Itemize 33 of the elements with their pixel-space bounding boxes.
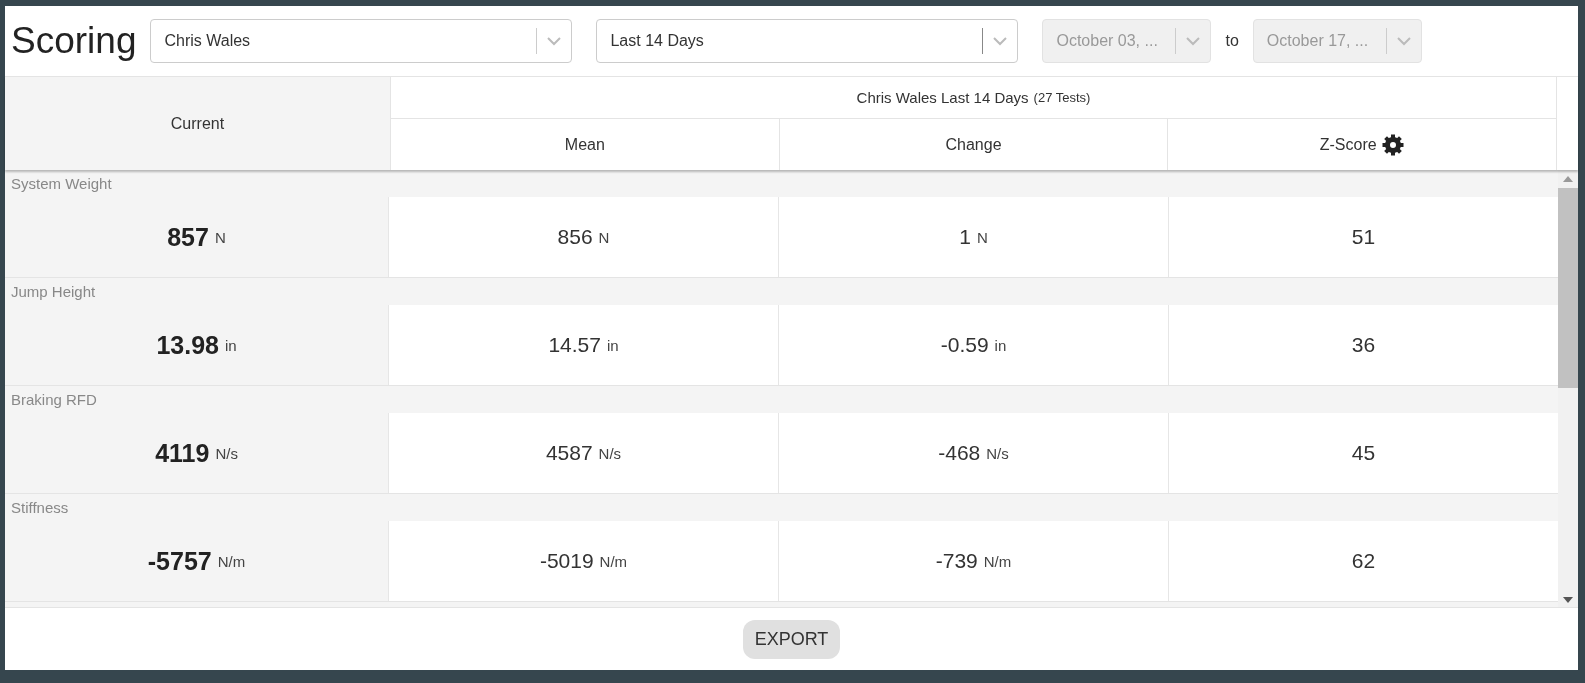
page-title: Scoring [11,20,137,62]
chevron-down-icon [993,36,1008,46]
settings-icon[interactable] [1380,132,1405,157]
table-cell: 4587 N/s [388,413,778,493]
table-cell: 45 [1168,413,1558,493]
metric-name: Stiffness [11,499,69,516]
table-cell: -0.59 in [778,305,1168,385]
column-header: Mean [563,134,606,155]
chevron-down-icon [547,36,562,46]
scrollbar-thumb[interactable] [1558,188,1578,388]
scrollbar[interactable] [1558,170,1578,607]
scroll-down-icon[interactable] [1563,597,1573,603]
table-cell: -5019 N/m [388,521,778,601]
table-cell: -739 N/m [778,521,1168,601]
table-cell: 36 [1168,305,1558,385]
scroll-up-icon[interactable] [1563,176,1573,182]
table-cell: 14.57 in [388,305,778,385]
export-button[interactable]: EXPORT [742,619,841,659]
table-cell: 856 N [388,197,778,277]
table-cell: 1 N [778,197,1168,277]
table-cell: -468 N/s [778,413,1168,493]
athlete-select[interactable]: Chris Wales [150,19,573,63]
metric-name: Braking RFD [11,391,97,408]
chevron-down-icon [1396,36,1411,46]
date-range-select[interactable]: Last 14 Days [596,19,1019,63]
chevron-down-icon [1186,36,1201,46]
table-cell: 51 [1168,197,1558,277]
to-label: to [1225,32,1239,50]
group-header: Chris Wales Last 14 Days (27 Tests) [391,77,1556,119]
table-cell: 62 [1168,521,1558,601]
metric-name: System Weight [11,175,112,192]
metric-name: Jump Height [11,283,96,300]
column-header: Current [5,77,390,170]
